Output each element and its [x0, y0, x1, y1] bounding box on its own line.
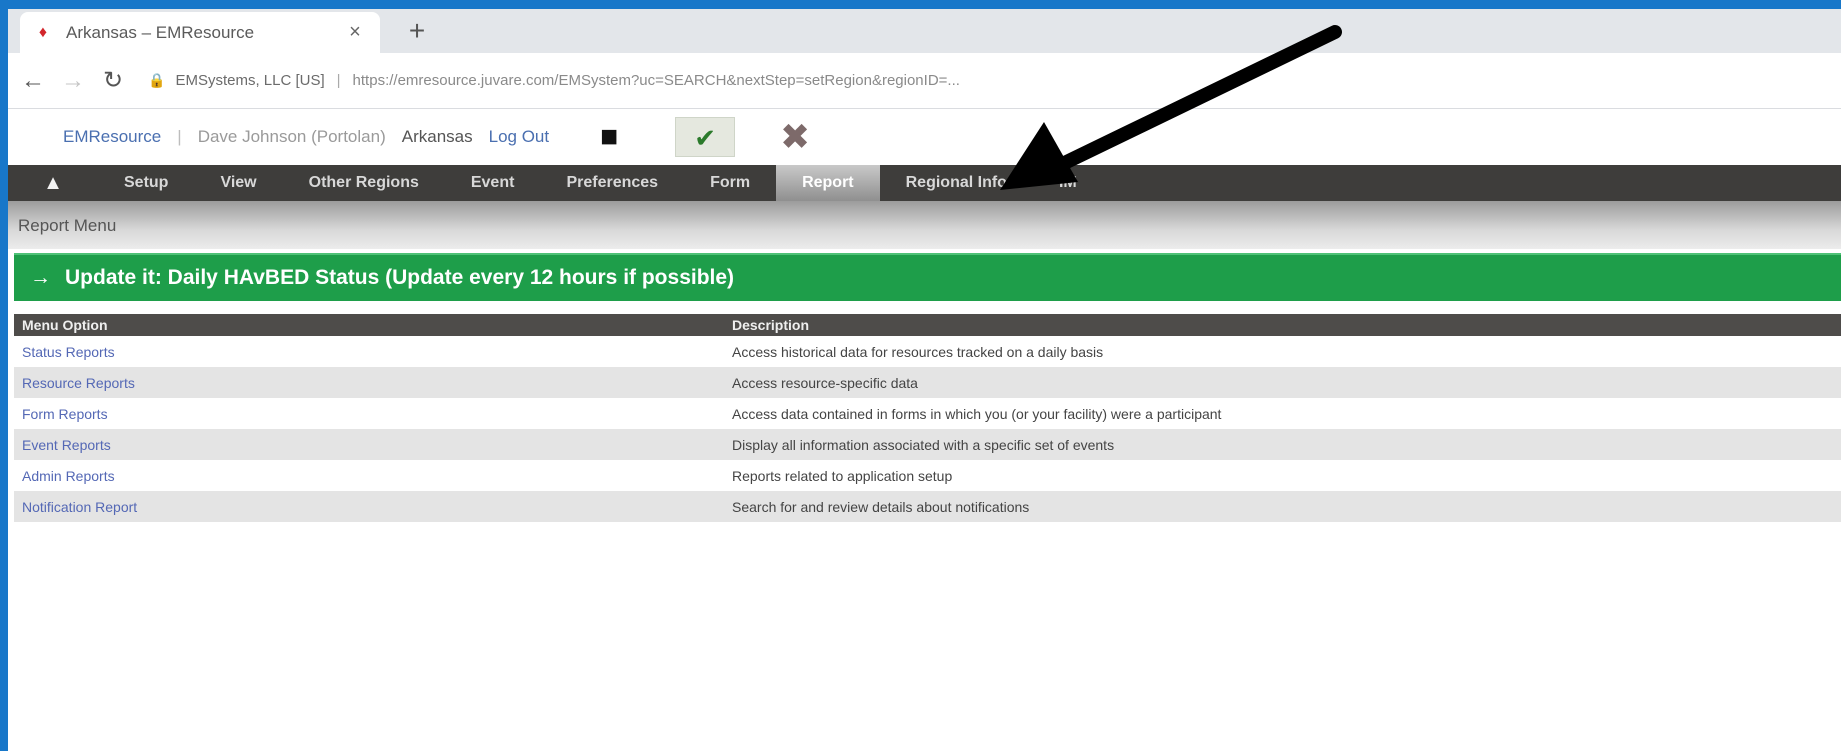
row-description: Reports related to application setup [732, 467, 953, 484]
report-menu-table: Menu Option Description Status Reports A… [14, 314, 1841, 522]
update-banner[interactable]: → Update it: Daily HAvBED Status (Update… [14, 253, 1841, 301]
nav-view[interactable]: View [194, 165, 282, 201]
notification-report-link[interactable]: Notification Report [22, 499, 137, 515]
app-name-link[interactable]: EMResource [63, 127, 161, 147]
url-separator: | [336, 72, 341, 89]
back-button[interactable]: ← [18, 66, 48, 96]
form-reports-link[interactable]: Form Reports [22, 406, 108, 422]
checkmark-icon[interactable]: ✔ [675, 117, 736, 157]
site-identity: EMSystems, LLC [US] [175, 72, 325, 89]
main-nav: ▲ Setup View Other Regions Event Prefere… [8, 165, 1841, 201]
key-icon[interactable]: ■ [583, 117, 635, 157]
row-description: Search for and review details about noti… [724, 491, 1841, 522]
close-tab-button[interactable]: × [344, 21, 366, 44]
row-description: Display all information associated with … [724, 429, 1841, 460]
home-icon[interactable]: ▲ [8, 165, 98, 201]
tools-icon[interactable]: ✖ [769, 117, 821, 157]
event-reports-link[interactable]: Event Reports [22, 437, 111, 453]
banner-text: Update it: Daily HAvBED Status (Update e… [65, 266, 735, 289]
new-tab-button[interactable]: + [402, 17, 432, 47]
tab-title: Arkansas – EMResource [66, 22, 255, 42]
table-row: Form Reports Access data contained in fo… [14, 398, 1841, 429]
nav-regional-info[interactable]: Regional Info [880, 165, 1033, 201]
status-reports-link[interactable]: Status Reports [22, 344, 115, 360]
table-row: Resource Reports Access resource-specifi… [14, 367, 1841, 398]
logout-link[interactable]: Log Out [489, 127, 550, 147]
nav-setup[interactable]: Setup [98, 165, 194, 201]
browser-tab[interactable]: ♦ Arkansas – EMResource × [20, 12, 380, 53]
admin-reports-link[interactable]: Admin Reports [22, 468, 115, 484]
header-separator: | [177, 127, 182, 146]
column-header-description: Description [724, 314, 1841, 336]
page-subheader: Report Menu [8, 201, 1841, 249]
table-header-row: Menu Option Description [14, 314, 1841, 336]
browser-toolbar: ← → ↻ 🔒 EMSystems, LLC [US] | https://em… [8, 53, 1841, 109]
row-description: Access data contained in forms in which … [732, 405, 1222, 422]
arrow-right-icon: → [30, 266, 51, 289]
row-description: Access historical data for resources tra… [732, 343, 1104, 360]
region-name: Arkansas [401, 127, 473, 146]
table-row: Event Reports Display all information as… [14, 429, 1841, 460]
nav-report[interactable]: Report [776, 165, 880, 201]
address-bar[interactable]: 🔒 EMSystems, LLC [US] | https://emresour… [148, 63, 1801, 99]
reload-button[interactable]: ↻ [98, 66, 128, 96]
table-row: Status Reports Access historical data fo… [14, 336, 1841, 367]
tab-strip: ♦ Arkansas – EMResource × + [8, 9, 1841, 53]
user-info: Dave Johnson (Portolan) [197, 127, 386, 146]
page-title: Report Menu [18, 216, 117, 235]
nav-form[interactable]: Form [684, 165, 776, 201]
nav-preferences[interactable]: Preferences [540, 165, 684, 201]
table-row: Notification Report Search for and revie… [14, 491, 1841, 522]
favicon-icon: ♦ [38, 23, 48, 41]
nav-other-regions[interactable]: Other Regions [283, 165, 445, 201]
table-row: Admin Reports Reports related to applica… [14, 460, 1841, 491]
app-header: EMResource | Dave Johnson (Portolan) Ark… [8, 109, 1841, 165]
nav-im[interactable]: IM [1033, 165, 1103, 201]
forward-button[interactable]: → [58, 66, 88, 96]
resource-reports-link[interactable]: Resource Reports [22, 375, 135, 391]
url-text: https://emresource.juvare.com/EMSystem?u… [352, 72, 960, 89]
row-description: Access resource-specific data [724, 367, 1841, 398]
lock-icon: 🔒 [148, 72, 166, 88]
browser-window: ♦ Arkansas – EMResource × + ← → ↻ 🔒 EMSy… [8, 9, 1841, 751]
column-header-menu-option: Menu Option [14, 314, 724, 336]
nav-event[interactable]: Event [445, 165, 541, 201]
